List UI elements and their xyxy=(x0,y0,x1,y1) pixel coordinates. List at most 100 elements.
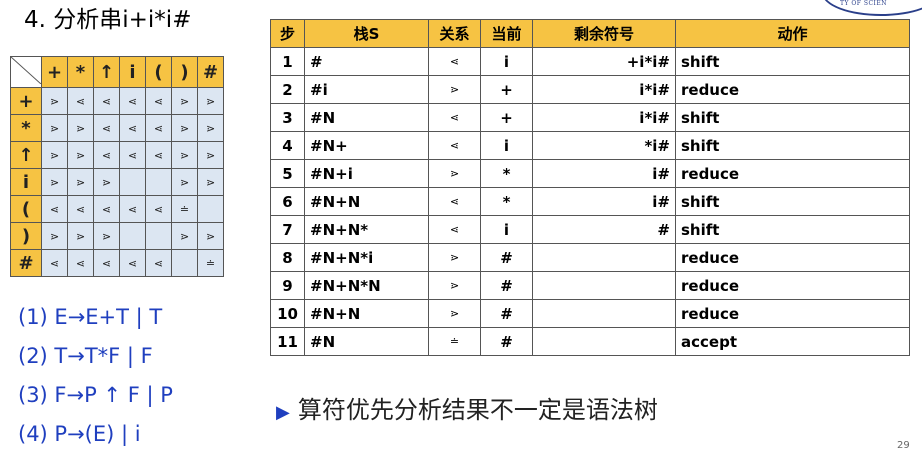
relation-cell: ⋗ xyxy=(428,159,481,188)
relation-cell: ⋗ xyxy=(197,168,224,196)
relation-cell: ⋗ xyxy=(41,141,68,169)
action-cell: shift xyxy=(675,187,910,216)
precedence-row: (⋖ ⋖ ⋖ ⋖ ⋖ ≐ xyxy=(10,195,224,223)
relation-cell: ⋗ xyxy=(197,114,224,142)
step-cell: 6 xyxy=(270,187,305,216)
analysis-row: 9 #N+N*N ⋗ # reduce xyxy=(270,271,910,300)
analysis-row: 10 #N+N ⋗ # reduce xyxy=(270,299,910,328)
step-cell: 9 xyxy=(270,271,305,300)
diagonal-slash xyxy=(10,56,42,85)
current-cell: # xyxy=(480,327,533,356)
row-symbol: i xyxy=(10,168,42,196)
col-symbol: ↑ xyxy=(93,56,120,88)
relation-cell: ⋖ xyxy=(67,87,94,115)
relation-cell xyxy=(119,168,146,196)
relation-cell: ⋖ xyxy=(119,195,146,223)
note-text: 算符优先分析结果不一定是语法树 xyxy=(297,396,658,424)
corner-cell xyxy=(10,56,42,88)
stack-cell: #N xyxy=(304,103,429,132)
stack-cell: #N+ xyxy=(304,131,429,160)
header-remaining: 剩余符号 xyxy=(532,19,676,48)
relation-cell: ⋖ xyxy=(67,195,94,223)
row-symbol: ) xyxy=(10,222,42,250)
row-symbol: * xyxy=(10,114,42,142)
relation-cell: ⋗ xyxy=(197,222,224,250)
stack-cell: #i xyxy=(304,75,429,104)
action-cell: reduce xyxy=(675,75,910,104)
step-cell: 11 xyxy=(270,327,305,356)
relation-cell: ⋖ xyxy=(145,87,172,115)
relation-cell: ≐ xyxy=(428,327,481,356)
relation-cell: ⋗ xyxy=(67,168,94,196)
stack-cell: #N+N xyxy=(304,187,429,216)
precedence-row: i ⋗ ⋗ ⋗ ⋗ ⋗ xyxy=(10,168,224,196)
analysis-row: 7 #N+N* ⋖ i # shift xyxy=(270,215,910,244)
relation-cell: ⋗ xyxy=(171,222,198,250)
action-cell: shift xyxy=(675,131,910,160)
grammar-rule-3: (3) F→P ↑ F | P xyxy=(18,383,173,407)
relation-cell: ⋗ xyxy=(93,168,120,196)
grammar-rules: (1) E→E+T | T (2) T→T*F | F (3) F→P ↑ F … xyxy=(18,298,173,454)
relation-cell: ⋖ xyxy=(428,47,481,76)
step-cell: 4 xyxy=(270,131,305,160)
remaining-cell: *i# xyxy=(532,131,676,160)
action-cell: reduce xyxy=(675,243,910,272)
col-symbol: * xyxy=(67,56,94,88)
current-cell: * xyxy=(480,159,533,188)
remaining-cell xyxy=(532,271,676,300)
relation-cell: ⋖ xyxy=(119,141,146,169)
relation-cell: ⋖ xyxy=(93,87,120,115)
current-cell: # xyxy=(480,243,533,272)
page-number: 29 xyxy=(897,440,910,451)
action-cell: shift xyxy=(675,103,910,132)
analysis-row: 8 #N+N*i ⋗ # reduce xyxy=(270,243,910,272)
triangle-right-icon: ▶ xyxy=(276,402,290,423)
step-cell: 5 xyxy=(270,159,305,188)
remaining-cell: +i*i# xyxy=(532,47,676,76)
header-current: 当前 xyxy=(480,19,533,48)
stack-cell: #N xyxy=(304,327,429,356)
action-cell: reduce xyxy=(675,299,910,328)
relation-cell: ⋖ xyxy=(93,141,120,169)
relation-cell: ⋗ xyxy=(93,222,120,250)
step-cell: 10 xyxy=(270,299,305,328)
relation-cell xyxy=(145,168,172,196)
header-stack: 栈S xyxy=(304,19,429,48)
relation-cell: ⋖ xyxy=(145,114,172,142)
relation-cell: ⋖ xyxy=(41,195,68,223)
remaining-cell xyxy=(532,299,676,328)
step-cell: 1 xyxy=(270,47,305,76)
analysis-row: 2 #i ⋗ + i*i# reduce xyxy=(270,75,910,104)
precedence-matrix: + * ↑ i() # + ⋗ ⋖ ⋖ ⋖ ⋖ ⋗ ⋗ * ⋗ ⋗ ⋖ ⋖ ⋖ ⋗ ⋗ ↑ ⋗ ⋗ ⋖ ⋖ ⋖ ⋗ ⋗ i ⋗ ⋗ ⋗ ⋗ ⋗(⋖ ⋖… xyxy=(10,56,224,277)
col-symbol: # xyxy=(197,56,224,88)
row-symbol: # xyxy=(10,249,42,277)
grammar-rule-1: (1) E→E+T | T xyxy=(18,305,163,329)
relation-cell: ⋗ xyxy=(41,87,68,115)
relation-cell: ⋗ xyxy=(197,87,224,115)
relation-cell: ⋖ xyxy=(93,249,120,277)
remaining-cell: # xyxy=(532,215,676,244)
current-cell: * xyxy=(480,187,533,216)
precedence-row: * ⋗ ⋗ ⋖ ⋖ ⋖ ⋗ ⋗ xyxy=(10,114,224,142)
relation-cell xyxy=(197,195,224,223)
relation-cell: ⋖ xyxy=(41,249,68,277)
current-cell: + xyxy=(480,75,533,104)
slide-title: 4. 分析串i+i*i# xyxy=(24,7,192,33)
col-symbol: i xyxy=(119,56,146,88)
relation-cell xyxy=(119,222,146,250)
relation-cell: ⋖ xyxy=(93,114,120,142)
relation-cell: ⋗ xyxy=(197,141,224,169)
step-cell: 8 xyxy=(270,243,305,272)
logo-text: TY OF SCIEN xyxy=(840,0,888,7)
remaining-cell: i# xyxy=(532,187,676,216)
stack-cell: # xyxy=(304,47,429,76)
relation-cell: ⋗ xyxy=(171,114,198,142)
grammar-rule-2: (2) T→T*F | F xyxy=(18,344,153,368)
analysis-row: 6 #N+N ⋖ * i# shift xyxy=(270,187,910,216)
precedence-row: ↑ ⋗ ⋗ ⋖ ⋖ ⋖ ⋗ ⋗ xyxy=(10,141,224,169)
step-cell: 3 xyxy=(270,103,305,132)
grammar-rule-4: (4) P→(E) | i xyxy=(18,422,141,446)
relation-cell xyxy=(145,222,172,250)
remaining-cell xyxy=(532,327,676,356)
current-cell: # xyxy=(480,271,533,300)
